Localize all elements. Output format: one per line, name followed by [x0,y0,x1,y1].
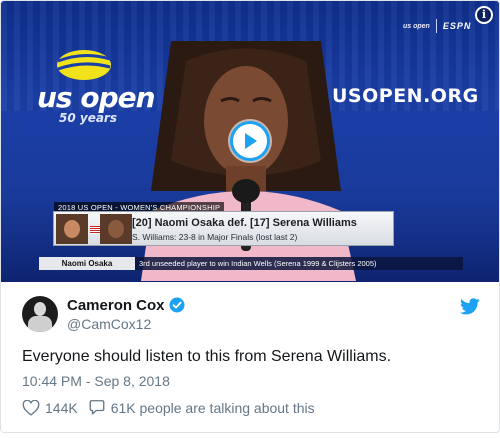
speech-bubble-icon [89,400,105,415]
us-open-ball-logo-icon [57,50,111,80]
result-line: [20] Naomi Osaka def. [17] Serena Willia… [132,217,357,229]
usa-flag-icon [90,226,100,234]
tweet-timestamp[interactable]: 10:44 PM - Sep 8, 2018 [22,373,170,389]
play-button[interactable] [230,121,270,161]
tweet-card: us open 50 years USOPEN.ORG us open ESPN… [0,0,500,433]
verified-badge-icon [169,297,185,313]
broadcaster-divider [435,19,437,33]
user-handle[interactable]: @CamCox12 [67,316,185,332]
twitter-bird-icon[interactable] [460,298,480,315]
heart-icon [22,399,40,416]
conversation-action[interactable]: 61K people are talking about this [88,399,315,416]
play-icon [245,133,257,149]
broadcaster-usopen-text: us open [403,22,430,30]
display-name-row: Cameron Cox [67,297,185,314]
ticker-bar: Naomi Osaka 3rd unseeded player to win I… [39,257,463,270]
like-action[interactable]: 144K [22,399,78,416]
info-icon[interactable]: i [475,6,493,24]
osaka-thumbnail [56,214,88,244]
display-name[interactable]: Cameron Cox [67,297,165,314]
avatar[interactable] [22,296,58,332]
espn-logo-text: ESPN [442,21,472,31]
ticker-name: Naomi Osaka [39,257,135,270]
author-names: Cameron Cox @CamCox12 [67,297,185,332]
broadcaster-bug: us open ESPN [403,19,471,33]
conversation-text: 61K people are talking about this [110,399,315,416]
broadcast-result-graphic: [20] Naomi Osaka def. [17] Serena Willia… [53,211,394,246]
video-player[interactable]: us open 50 years USOPEN.ORG us open ESPN… [1,1,499,282]
fifty-years-text: 50 years [59,111,117,125]
tweet-actions: 144K 61K people are talking about this [22,399,315,416]
result-subline: S. Williams: 23-8 in Major Finals (lost … [132,232,298,242]
like-count: 144K [45,399,78,416]
tweet-text: Everyone should listen to this from Sere… [22,348,392,365]
ticker-text: 3rd unseeded player to win Indian Wells … [139,259,377,268]
williams-thumbnail [100,214,132,244]
tweet-author[interactable]: Cameron Cox @CamCox12 [22,296,185,332]
